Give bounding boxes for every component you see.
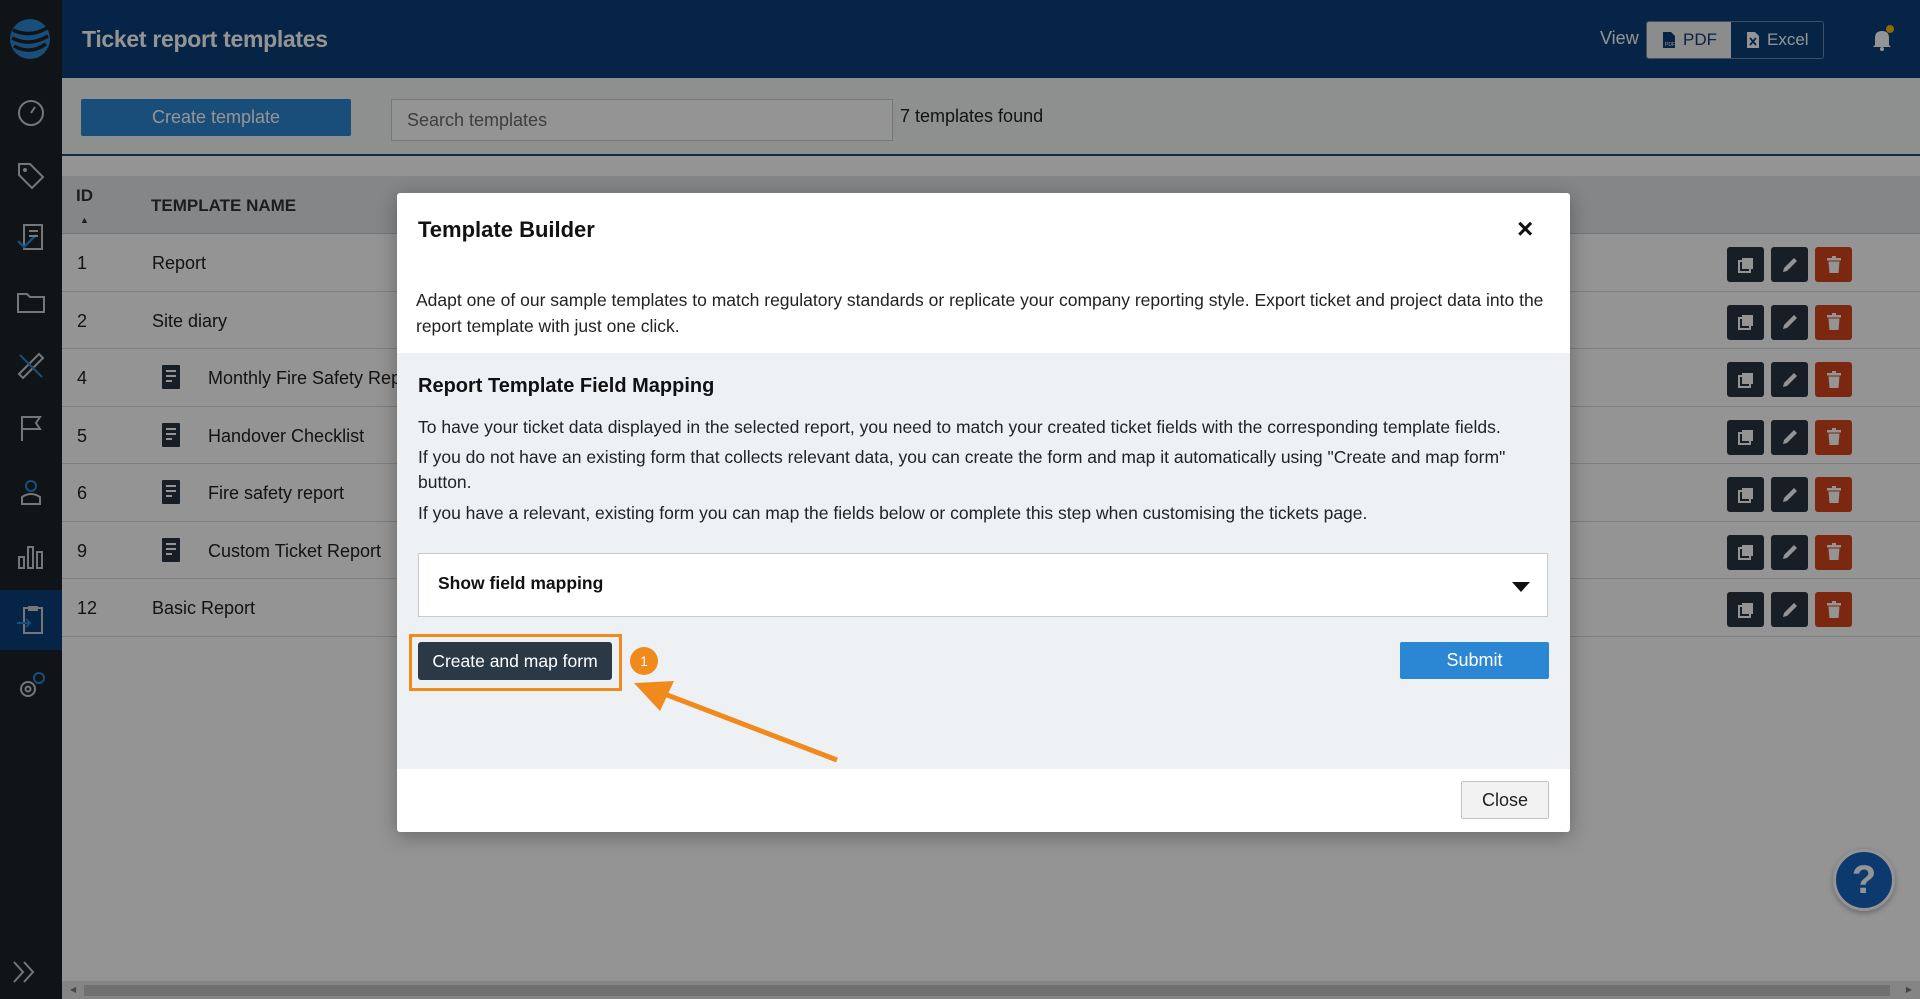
show-field-mapping-accordion[interactable]: Show field mapping [418, 553, 1548, 617]
mapping-instructions-3: If you have a relevant, existing form yo… [418, 503, 1368, 523]
template-builder-modal: Template Builder × Adapt one of our samp… [397, 193, 1570, 832]
modal-title: Template Builder [418, 217, 595, 242]
field-mapping-section: Report Template Field Mapping To have yo… [397, 353, 1570, 769]
modal-description: Adapt one of our sample templates to mat… [416, 290, 1544, 336]
section-title: Report Template Field Mapping [418, 375, 715, 397]
caret-down-icon [1512, 582, 1530, 592]
close-button[interactable]: Close [1461, 781, 1549, 819]
show-field-mapping-label: Show field mapping [438, 573, 604, 593]
create-and-map-form-button[interactable]: Create and map form [418, 642, 612, 680]
mapping-instructions-1: To have your ticket data displayed in th… [418, 417, 1501, 437]
submit-button[interactable]: Submit [1400, 642, 1549, 679]
mapping-instructions-2: If you do not have an existing form that… [418, 447, 1506, 492]
close-icon[interactable]: × [1517, 215, 1533, 243]
tutorial-arrow-icon [634, 681, 838, 763]
